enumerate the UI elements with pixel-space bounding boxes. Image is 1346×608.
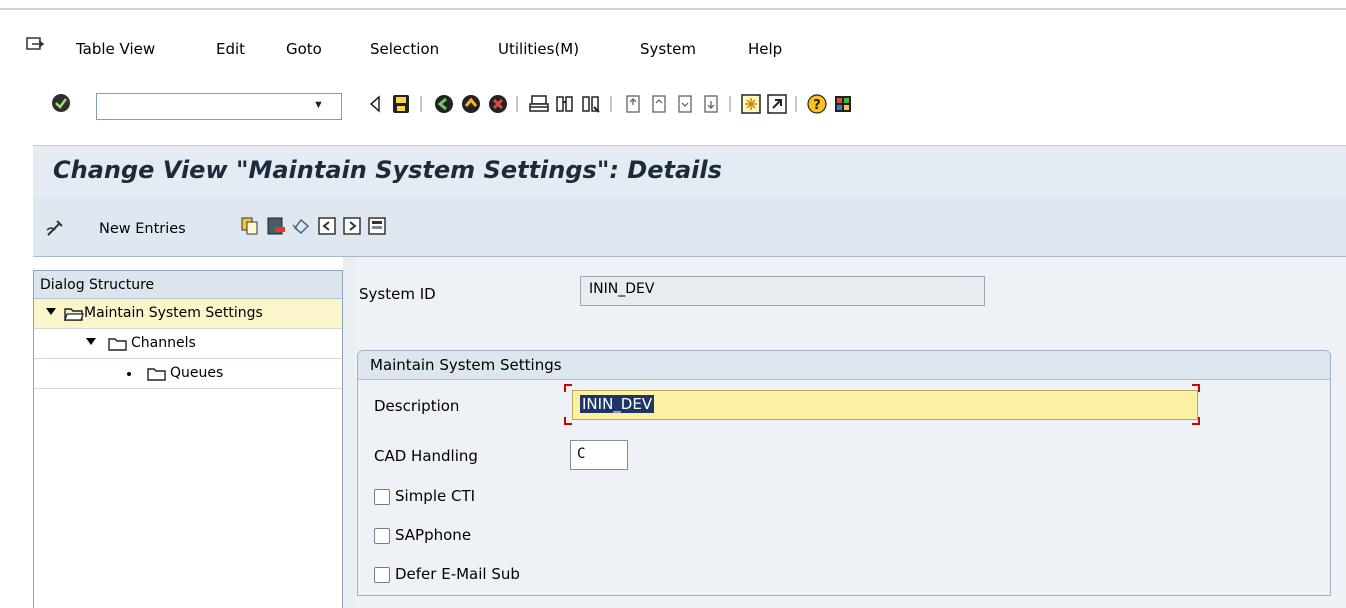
- customize-layout-icon[interactable]: [832, 93, 854, 115]
- tree-item-queues[interactable]: Queues: [34, 359, 342, 389]
- menu-table-view[interactable]: Table View: [76, 40, 155, 58]
- find-icon[interactable]: [554, 93, 576, 115]
- menu-goto[interactable]: Goto: [286, 40, 322, 58]
- toolbar-separator: [610, 96, 612, 112]
- toolbar-separator: [795, 96, 797, 112]
- description-label: Description: [374, 397, 460, 415]
- back-nav-icon[interactable]: [433, 93, 455, 115]
- menu-edit[interactable]: Edit: [216, 40, 245, 58]
- defer-email-sub-label: Defer E-Mail Sub: [395, 565, 520, 583]
- menu-help[interactable]: Help: [748, 40, 782, 58]
- folder-icon: [108, 338, 127, 351]
- simple-cti-checkbox[interactable]: [374, 489, 390, 505]
- toolbar-separator: [420, 96, 422, 112]
- top-divider: [0, 8, 1346, 10]
- menu-exit-icon[interactable]: [26, 37, 44, 53]
- folder-icon: [147, 368, 166, 381]
- page-title: Change View "Maintain System Settings": …: [53, 156, 722, 184]
- description-input[interactable]: ININ_DEV: [572, 390, 1198, 420]
- cad-handling-label: CAD Handling: [374, 447, 478, 465]
- new-entries-button[interactable]: New Entries: [99, 221, 186, 237]
- help-icon[interactable]: ?: [806, 93, 828, 115]
- defer-email-sub-checkbox[interactable]: [374, 567, 390, 583]
- tree-item-channels[interactable]: Channels: [34, 329, 342, 359]
- menu-system[interactable]: System: [640, 40, 696, 58]
- system-id-label: System ID: [359, 285, 436, 303]
- print-icon[interactable]: [528, 93, 550, 115]
- sapphone-checkbox[interactable]: [374, 528, 390, 544]
- back-icon[interactable]: [364, 93, 386, 115]
- last-page-icon[interactable]: [700, 93, 722, 115]
- create-session-icon[interactable]: [740, 93, 762, 115]
- menu-utilities[interactable]: Utilities(M): [498, 40, 579, 58]
- next-entry-icon[interactable]: [342, 216, 362, 236]
- system-id-value: ININ_DEV: [589, 281, 655, 297]
- focus-corner: [1192, 417, 1200, 425]
- tree-item-label: Queues: [170, 365, 224, 381]
- group-title: Maintain System Settings: [358, 351, 1330, 380]
- detail-area: System ID ININ_DEV Maintain System Setti…: [355, 257, 1346, 608]
- settings-group: Maintain System Settings Description INI…: [357, 350, 1331, 596]
- expand-triangle-icon[interactable]: [46, 308, 56, 315]
- tree-item-maintain-system-settings[interactable]: Maintain System Settings: [34, 299, 342, 329]
- standard-toolbar: ▼ ?: [0, 86, 1346, 122]
- cancel-icon[interactable]: [487, 93, 509, 115]
- copy-icon[interactable]: [240, 216, 260, 236]
- delete-icon[interactable]: [266, 216, 286, 236]
- display-change-icon[interactable]: [45, 218, 65, 238]
- simple-cti-label: Simple CTI: [395, 487, 476, 505]
- chevron-down-icon[interactable]: ▼: [313, 99, 324, 111]
- leaf-bullet-icon: [127, 372, 131, 376]
- tree-item-label: Channels: [131, 335, 196, 351]
- first-page-icon[interactable]: [622, 93, 644, 115]
- undo-icon[interactable]: [291, 216, 311, 236]
- toolbar-separator: [516, 96, 518, 112]
- previous-entry-icon[interactable]: [317, 216, 337, 236]
- shortcut-icon[interactable]: [766, 93, 788, 115]
- select-all-icon[interactable]: [367, 216, 387, 236]
- focus-corner: [564, 384, 572, 392]
- system-id-field: ININ_DEV: [580, 276, 985, 306]
- cad-handling-input[interactable]: C: [570, 440, 628, 470]
- application-toolbar: New Entries: [33, 197, 1346, 257]
- focus-corner: [564, 417, 572, 425]
- description-value: ININ_DEV: [580, 395, 655, 413]
- splitter[interactable]: [343, 257, 355, 608]
- menu-selection[interactable]: Selection: [370, 40, 439, 58]
- focus-corner: [1192, 384, 1200, 392]
- find-next-icon[interactable]: [580, 93, 602, 115]
- folder-open-icon: [64, 308, 84, 321]
- next-page-icon[interactable]: [674, 93, 696, 115]
- sapphone-label: SAPphone: [395, 526, 472, 544]
- menu-bar: Table View Edit Goto Selection Utilities…: [0, 34, 1346, 62]
- exit-icon[interactable]: [460, 93, 482, 115]
- toolbar-separator: [729, 96, 731, 112]
- save-icon[interactable]: [390, 93, 412, 115]
- expand-triangle-icon[interactable]: [86, 338, 96, 345]
- dialog-structure-pane: Dialog Structure Maintain System Setting…: [33, 270, 343, 608]
- enter-icon[interactable]: [50, 92, 72, 114]
- tree-item-label: Maintain System Settings: [84, 305, 263, 321]
- previous-page-icon[interactable]: [648, 93, 670, 115]
- svg-text:?: ?: [813, 98, 821, 113]
- title-bar: Change View "Maintain System Settings": …: [33, 145, 1346, 197]
- dialog-structure-header: Dialog Structure: [34, 271, 342, 299]
- cad-handling-value: C: [577, 446, 586, 462]
- command-field[interactable]: [96, 93, 342, 120]
